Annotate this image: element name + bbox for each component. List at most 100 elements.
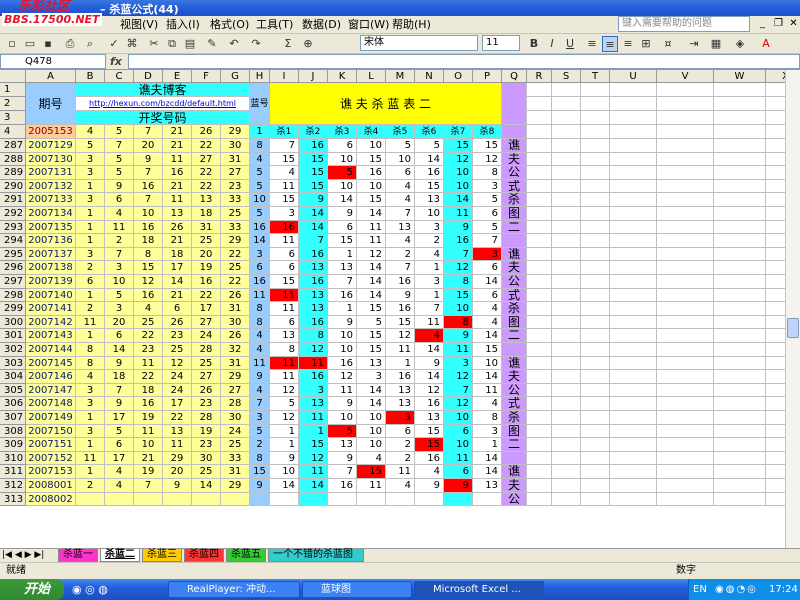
- draw-number-cell[interactable]: [192, 492, 221, 507]
- start-button[interactable]: 开始: [0, 579, 64, 600]
- scroll-thumb[interactable]: [787, 318, 799, 338]
- blue-number-cell[interactable]: 16: [250, 275, 270, 289]
- side-column[interactable]: [502, 125, 527, 139]
- empty-cell[interactable]: [766, 329, 785, 343]
- side-text-cell[interactable]: 式: [502, 397, 527, 411]
- kill-cell-1[interactable]: 11: [270, 234, 299, 248]
- draw-number-cell[interactable]: 13: [192, 193, 221, 207]
- kill-cell-8[interactable]: 14: [473, 370, 502, 384]
- empty-cell[interactable]: [581, 111, 610, 125]
- period-cell[interactable]: 2007145: [26, 356, 76, 371]
- empty-cell[interactable]: [657, 329, 714, 343]
- empty-cell[interactable]: [714, 424, 766, 439]
- blue-number-cell[interactable]: 5: [250, 179, 270, 194]
- kill-cell-8[interactable]: 5: [473, 193, 502, 207]
- kill-header-7[interactable]: 杀7: [444, 125, 473, 139]
- empty-cell[interactable]: [714, 302, 766, 316]
- empty-cell[interactable]: [766, 97, 785, 111]
- kill-cell-7[interactable]: 15: [444, 288, 473, 303]
- blue-number-cell[interactable]: 6: [250, 261, 270, 275]
- kill-cell-3[interactable]: 6: [328, 220, 357, 235]
- blue-number-cell[interactable]: [250, 492, 270, 507]
- kill-cell-1[interactable]: 11: [270, 370, 299, 384]
- side-text-cell[interactable]: 式: [502, 288, 527, 303]
- kill-cell-8[interactable]: 1: [473, 438, 502, 452]
- draw-number-cell[interactable]: 24: [163, 370, 192, 384]
- empty-cell[interactable]: [766, 83, 785, 97]
- draw-number-cell[interactable]: 22: [221, 247, 250, 262]
- period-cell[interactable]: 2007153: [26, 465, 76, 479]
- draw-number-cell[interactable]: 7: [134, 166, 163, 180]
- kill-cell-6[interactable]: 15: [415, 438, 444, 452]
- empty-cell[interactable]: [714, 356, 766, 371]
- empty-cell[interactable]: [766, 357, 785, 371]
- kill-cell-1[interactable]: 15: [270, 275, 299, 289]
- hyperlink-icon[interactable]: ⊕: [300, 36, 316, 52]
- draw-number-cell[interactable]: 21: [163, 288, 192, 303]
- draw-number-cell[interactable]: 1: [76, 179, 105, 194]
- kill-cell-2[interactable]: 3: [299, 383, 328, 398]
- blue-number-cell[interactable]: 5: [250, 166, 270, 180]
- blue-number-cell[interactable]: 3: [250, 411, 270, 425]
- draw-number-cell[interactable]: 23: [134, 343, 163, 357]
- kill-cell-3[interactable]: 7: [328, 465, 357, 479]
- draw-number-cell[interactable]: 30: [221, 411, 250, 425]
- column-header-h[interactable]: H: [250, 70, 270, 83]
- empty-cell[interactable]: [657, 411, 714, 425]
- column-header-t[interactable]: T: [581, 70, 610, 83]
- empty-cell[interactable]: [657, 166, 714, 180]
- empty-cell[interactable]: [610, 370, 657, 384]
- row-header[interactable]: 306: [0, 397, 26, 411]
- blue-number-cell[interactable]: 8: [250, 451, 270, 466]
- kill-cell-6[interactable]: 10: [415, 207, 444, 221]
- kill-cell-4[interactable]: 11: [357, 479, 386, 493]
- draw-number-cell[interactable]: 2: [76, 261, 105, 275]
- kill-cell-7[interactable]: 10: [444, 438, 473, 452]
- draw-number-cell[interactable]: 27: [221, 383, 250, 398]
- kill-cell-6[interactable]: 1: [415, 261, 444, 275]
- kill-cell-2[interactable]: 7: [299, 234, 328, 248]
- side-text-cell[interactable]: [502, 234, 527, 248]
- empty-cell[interactable]: [714, 479, 766, 493]
- period-cell[interactable]: 2007136: [26, 234, 76, 248]
- draw-number-cell[interactable]: 11: [134, 424, 163, 439]
- draw-number-cell[interactable]: 33: [221, 193, 250, 207]
- empty-cell[interactable]: [610, 383, 657, 398]
- draw-number-cell[interactable]: 30: [221, 139, 250, 153]
- kill-cell-5[interactable]: 2: [386, 247, 415, 262]
- period-cell[interactable]: 2007139: [26, 275, 76, 289]
- side-text-cell[interactable]: 谯: [502, 247, 527, 262]
- kill-cell-3[interactable]: 9: [328, 315, 357, 330]
- kill-cell-2[interactable]: 11: [299, 356, 328, 371]
- kill-cell-4[interactable]: 15: [357, 329, 386, 343]
- kill-cell-1[interactable]: 12: [270, 383, 299, 398]
- kill-cell-7[interactable]: 12: [444, 370, 473, 384]
- draw-number-cell[interactable]: 6: [76, 275, 105, 289]
- empty-cell[interactable]: [657, 315, 714, 330]
- kill-cell-6[interactable]: 14: [415, 343, 444, 357]
- period-cell[interactable]: 2007132: [26, 179, 76, 194]
- indent-icon[interactable]: ⇥: [686, 36, 702, 52]
- empty-cell[interactable]: [581, 315, 610, 330]
- empty-cell[interactable]: [552, 302, 581, 316]
- kill-cell-4[interactable]: 12: [357, 247, 386, 262]
- formula-input[interactable]: [128, 54, 800, 69]
- empty-cell[interactable]: [527, 397, 552, 411]
- draw-number-cell[interactable]: 4: [134, 302, 163, 316]
- side-text-cell[interactable]: 夫: [502, 370, 527, 384]
- copy-icon[interactable]: ⧉: [164, 36, 180, 52]
- empty-cell[interactable]: [657, 424, 714, 439]
- kill-cell-1[interactable]: 11: [270, 302, 299, 316]
- kill-cell-3[interactable]: 13: [328, 261, 357, 275]
- draw-number-cell[interactable]: 6: [163, 302, 192, 316]
- empty-cell[interactable]: [714, 220, 766, 235]
- kill-cell-5[interactable]: 9: [386, 288, 415, 303]
- kill-cell-6[interactable]: 15: [415, 424, 444, 439]
- side-text-cell[interactable]: 夫: [502, 152, 527, 167]
- empty-cell[interactable]: [552, 492, 581, 507]
- draw-number-cell[interactable]: 7: [105, 383, 134, 398]
- period-cell[interactable]: 2007150: [26, 424, 76, 439]
- column-header-o[interactable]: O: [444, 70, 473, 83]
- empty-cell[interactable]: [714, 247, 766, 262]
- draw-number-cell[interactable]: 16: [192, 275, 221, 289]
